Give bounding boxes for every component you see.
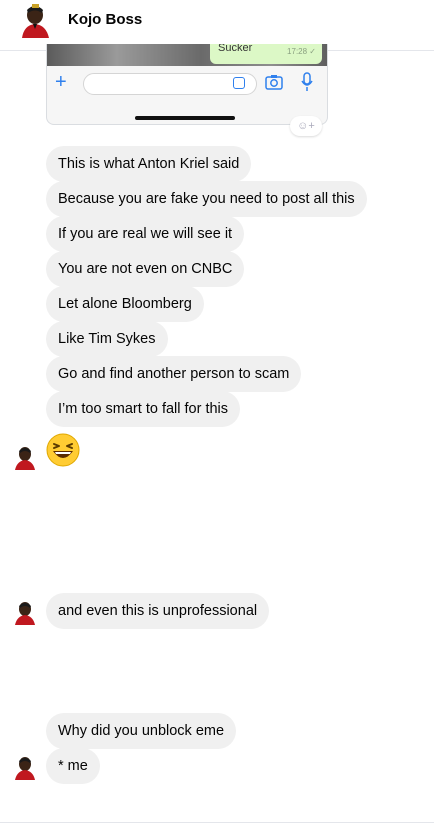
message-bubble[interactable]: * me: [46, 748, 100, 784]
composer-divider: [0, 822, 434, 823]
message-bubble[interactable]: Like Tim Sykes: [46, 321, 168, 357]
message-bubble[interactable]: You are not even on CNBC: [46, 251, 245, 287]
sticker-icon: [233, 77, 245, 89]
screenshot-input-bar: +: [47, 66, 327, 102]
message-bubble[interactable]: Let alone Bloomberg: [46, 286, 204, 322]
message-bubble[interactable]: Why did you unblock eme: [46, 713, 237, 749]
contact-avatar-icon[interactable]: [18, 2, 52, 38]
shared-screenshot-image[interactable]: Sucker 17:28 ✓ +: [46, 44, 328, 125]
message-bubble[interactable]: If you are real we will see it: [46, 216, 245, 252]
plus-icon: +: [55, 71, 67, 93]
message-bubble[interactable]: Because you are fake you need to post al…: [46, 181, 367, 217]
message-bubble[interactable]: I’m too smart to fall for this: [46, 391, 241, 427]
sender-avatar-icon[interactable]: [12, 599, 38, 625]
add-reaction-icon[interactable]: ☺+: [290, 116, 322, 136]
screenshot-message-text: Sucker: [218, 44, 253, 54]
screenshot-message-time: 17:28 ✓: [287, 47, 316, 56]
home-indicator: [135, 116, 235, 120]
screenshot-input-field: [83, 73, 257, 95]
sender-avatar-icon[interactable]: [12, 444, 38, 470]
microphone-icon: [301, 72, 313, 91]
message-bubble[interactable]: This is what Anton Kriel said: [46, 146, 252, 182]
message-bubble[interactable]: Go and find another person to scam: [46, 356, 302, 392]
camera-icon: [265, 75, 283, 90]
message-bubble[interactable]: and even this is unprofessional: [46, 593, 270, 629]
contact-name[interactable]: Kojo Boss: [68, 11, 142, 28]
grinning-squinting-face-icon[interactable]: [46, 433, 80, 467]
sender-avatar-icon[interactable]: [12, 754, 38, 780]
screenshot-message-bubble: Sucker 17:28 ✓: [210, 44, 322, 64]
